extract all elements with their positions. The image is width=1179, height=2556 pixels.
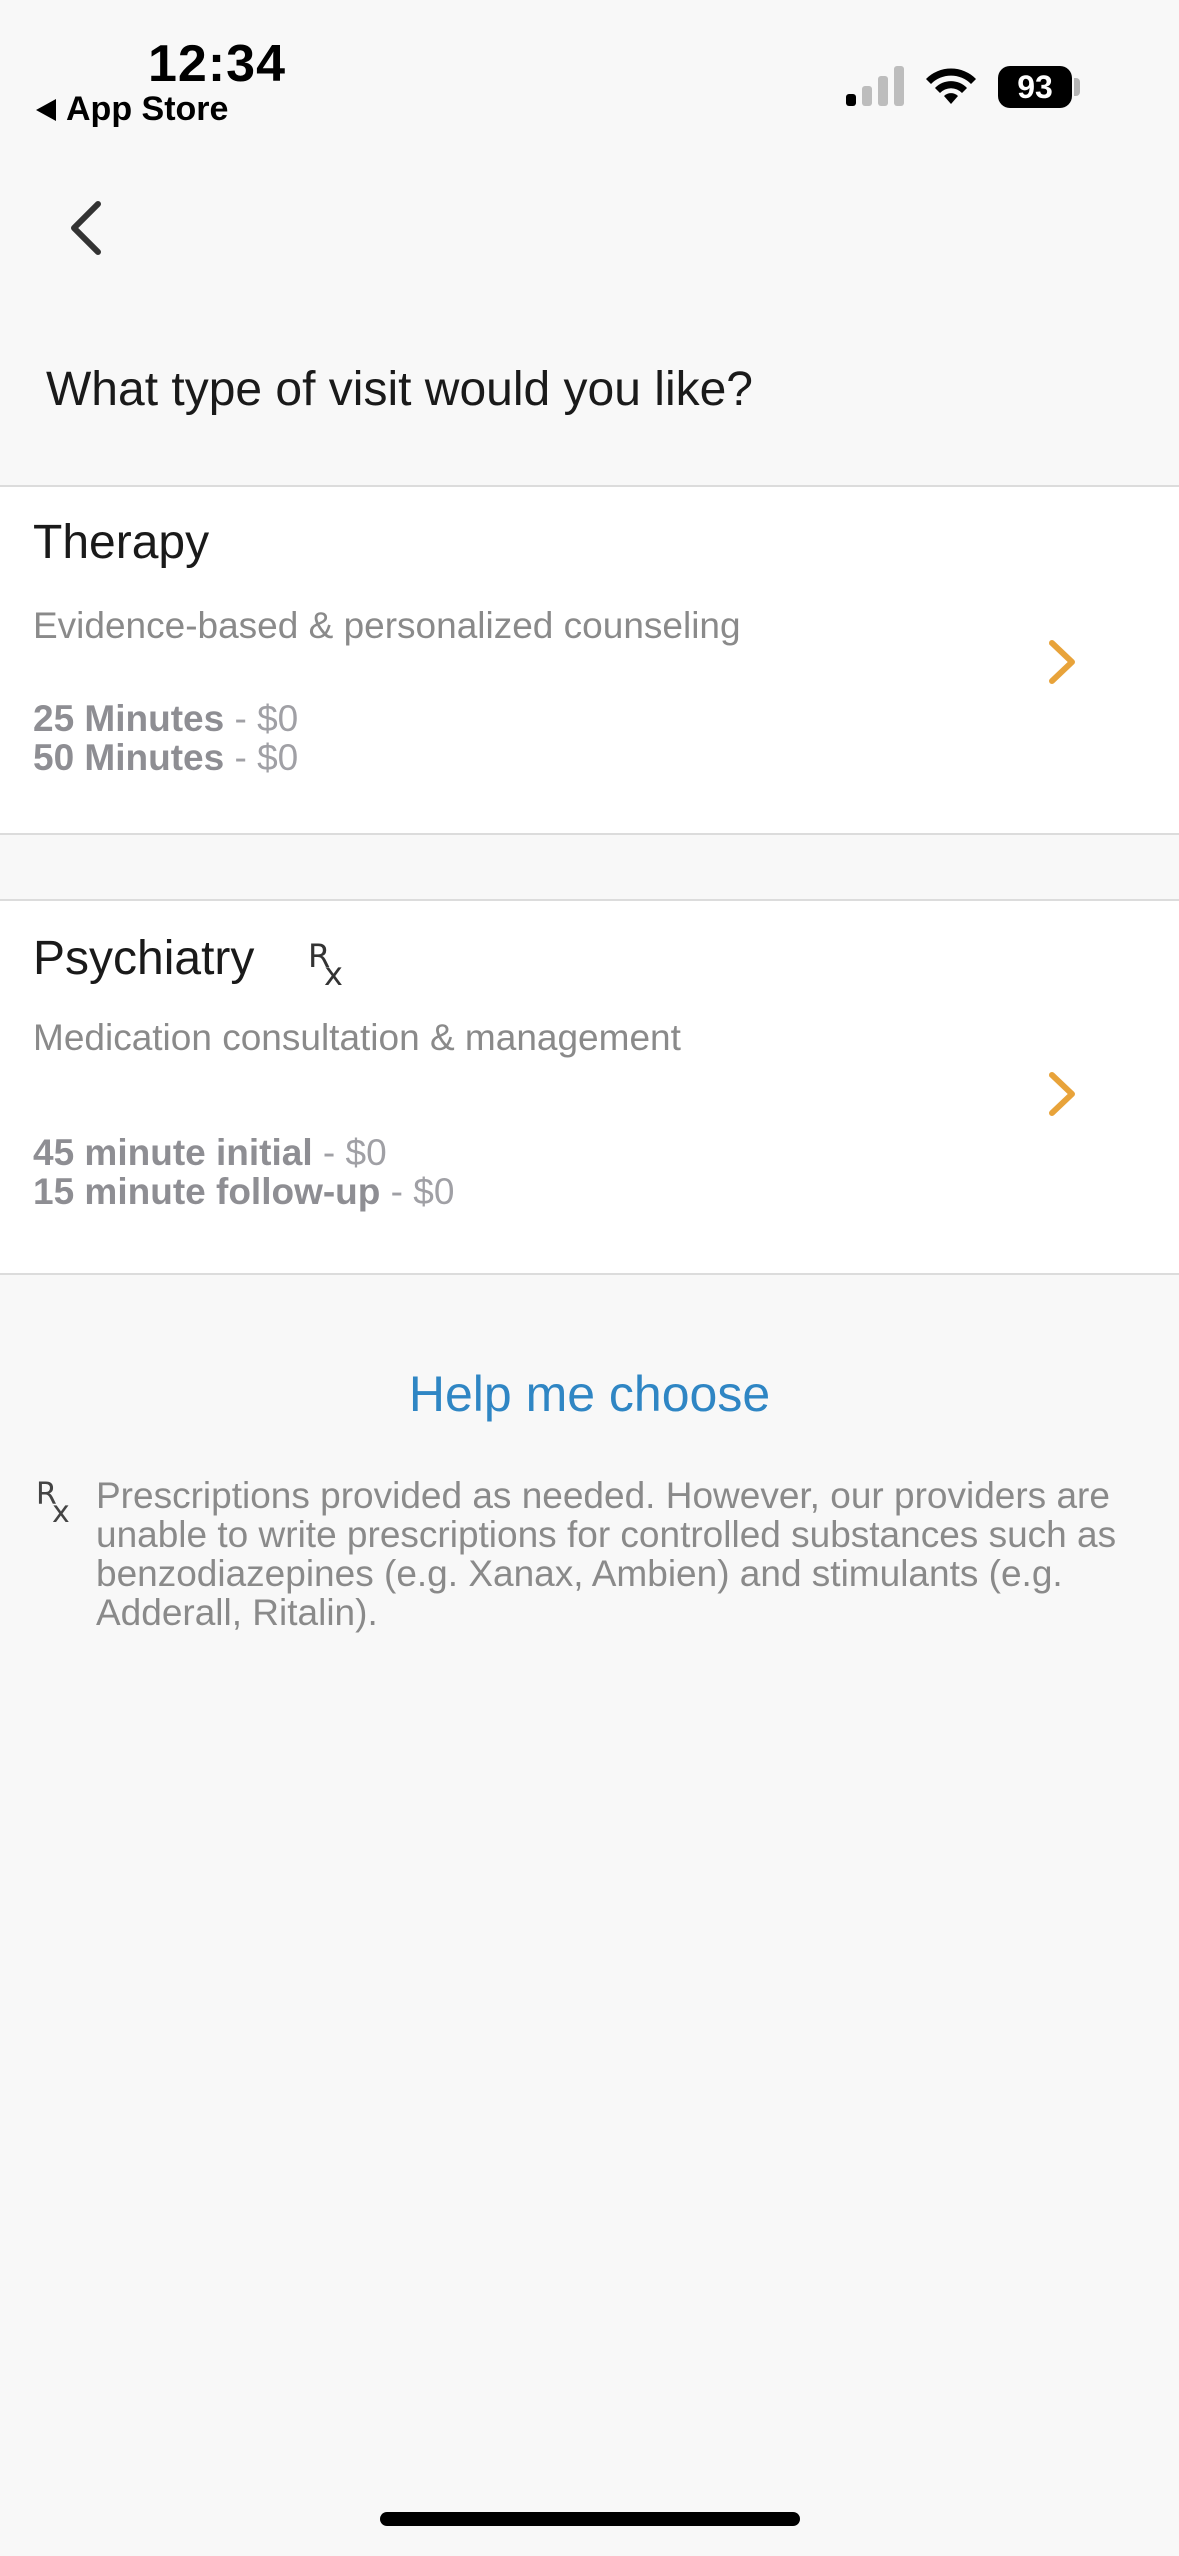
option-description: Evidence-based & personalized counseling (33, 605, 741, 646)
chevron-right-icon (1049, 1072, 1075, 1116)
duration-item: 50 Minutes - $0 (33, 738, 298, 778)
battery-cap (1074, 78, 1080, 96)
battery-level: 93 (1017, 68, 1053, 105)
duration-price: - $0 (380, 1171, 455, 1212)
svg-text:x: x (52, 1495, 70, 1528)
status-time: 12:34 (148, 35, 286, 93)
option-title: Therapy (33, 516, 210, 569)
option-card-psychiatry[interactable]: Psychiatry R x Medication consultation &… (0, 899, 1179, 1275)
prescription-note: Prescriptions provided as needed. Howeve… (96, 1475, 1117, 1633)
rx-icon: R x (308, 937, 343, 989)
duration-item: 45 minute initial - $0 (33, 1133, 387, 1173)
back-to-app-store[interactable]: App Store (36, 90, 228, 129)
duration-label: 25 Minutes (33, 698, 225, 739)
option-title: Psychiatry (33, 932, 255, 985)
home-indicator[interactable] (380, 2512, 800, 2526)
duration-label: 15 minute follow-up (33, 1171, 381, 1212)
signal-icon (846, 66, 904, 106)
page-title: What type of visit would you like? (46, 363, 753, 416)
duration-price: - $0 (224, 698, 299, 739)
option-description: Medication consultation & management (33, 1017, 681, 1058)
battery-icon: 93 (998, 66, 1072, 108)
back-app-label: App Store (66, 90, 229, 128)
duration-item: 25 Minutes - $0 (33, 699, 298, 739)
chevron-left-icon (71, 201, 101, 255)
duration-label: 45 minute initial (33, 1132, 313, 1173)
rx-icon: R x (36, 1477, 70, 1528)
duration-price: - $0 (312, 1132, 387, 1173)
wifi-icon (926, 68, 976, 104)
duration-price: - $0 (224, 737, 299, 778)
duration-item: 15 minute follow-up - $0 (33, 1172, 454, 1212)
back-button[interactable] (56, 190, 116, 266)
back-triangle-icon (36, 98, 56, 121)
option-card-therapy[interactable]: Therapy Evidence-based & personalized co… (0, 485, 1179, 835)
svg-text:x: x (324, 955, 343, 989)
chevron-right-icon (1049, 640, 1075, 684)
help-me-choose-link[interactable]: Help me choose (0, 1365, 1179, 1423)
duration-label: 50 Minutes (33, 737, 225, 778)
